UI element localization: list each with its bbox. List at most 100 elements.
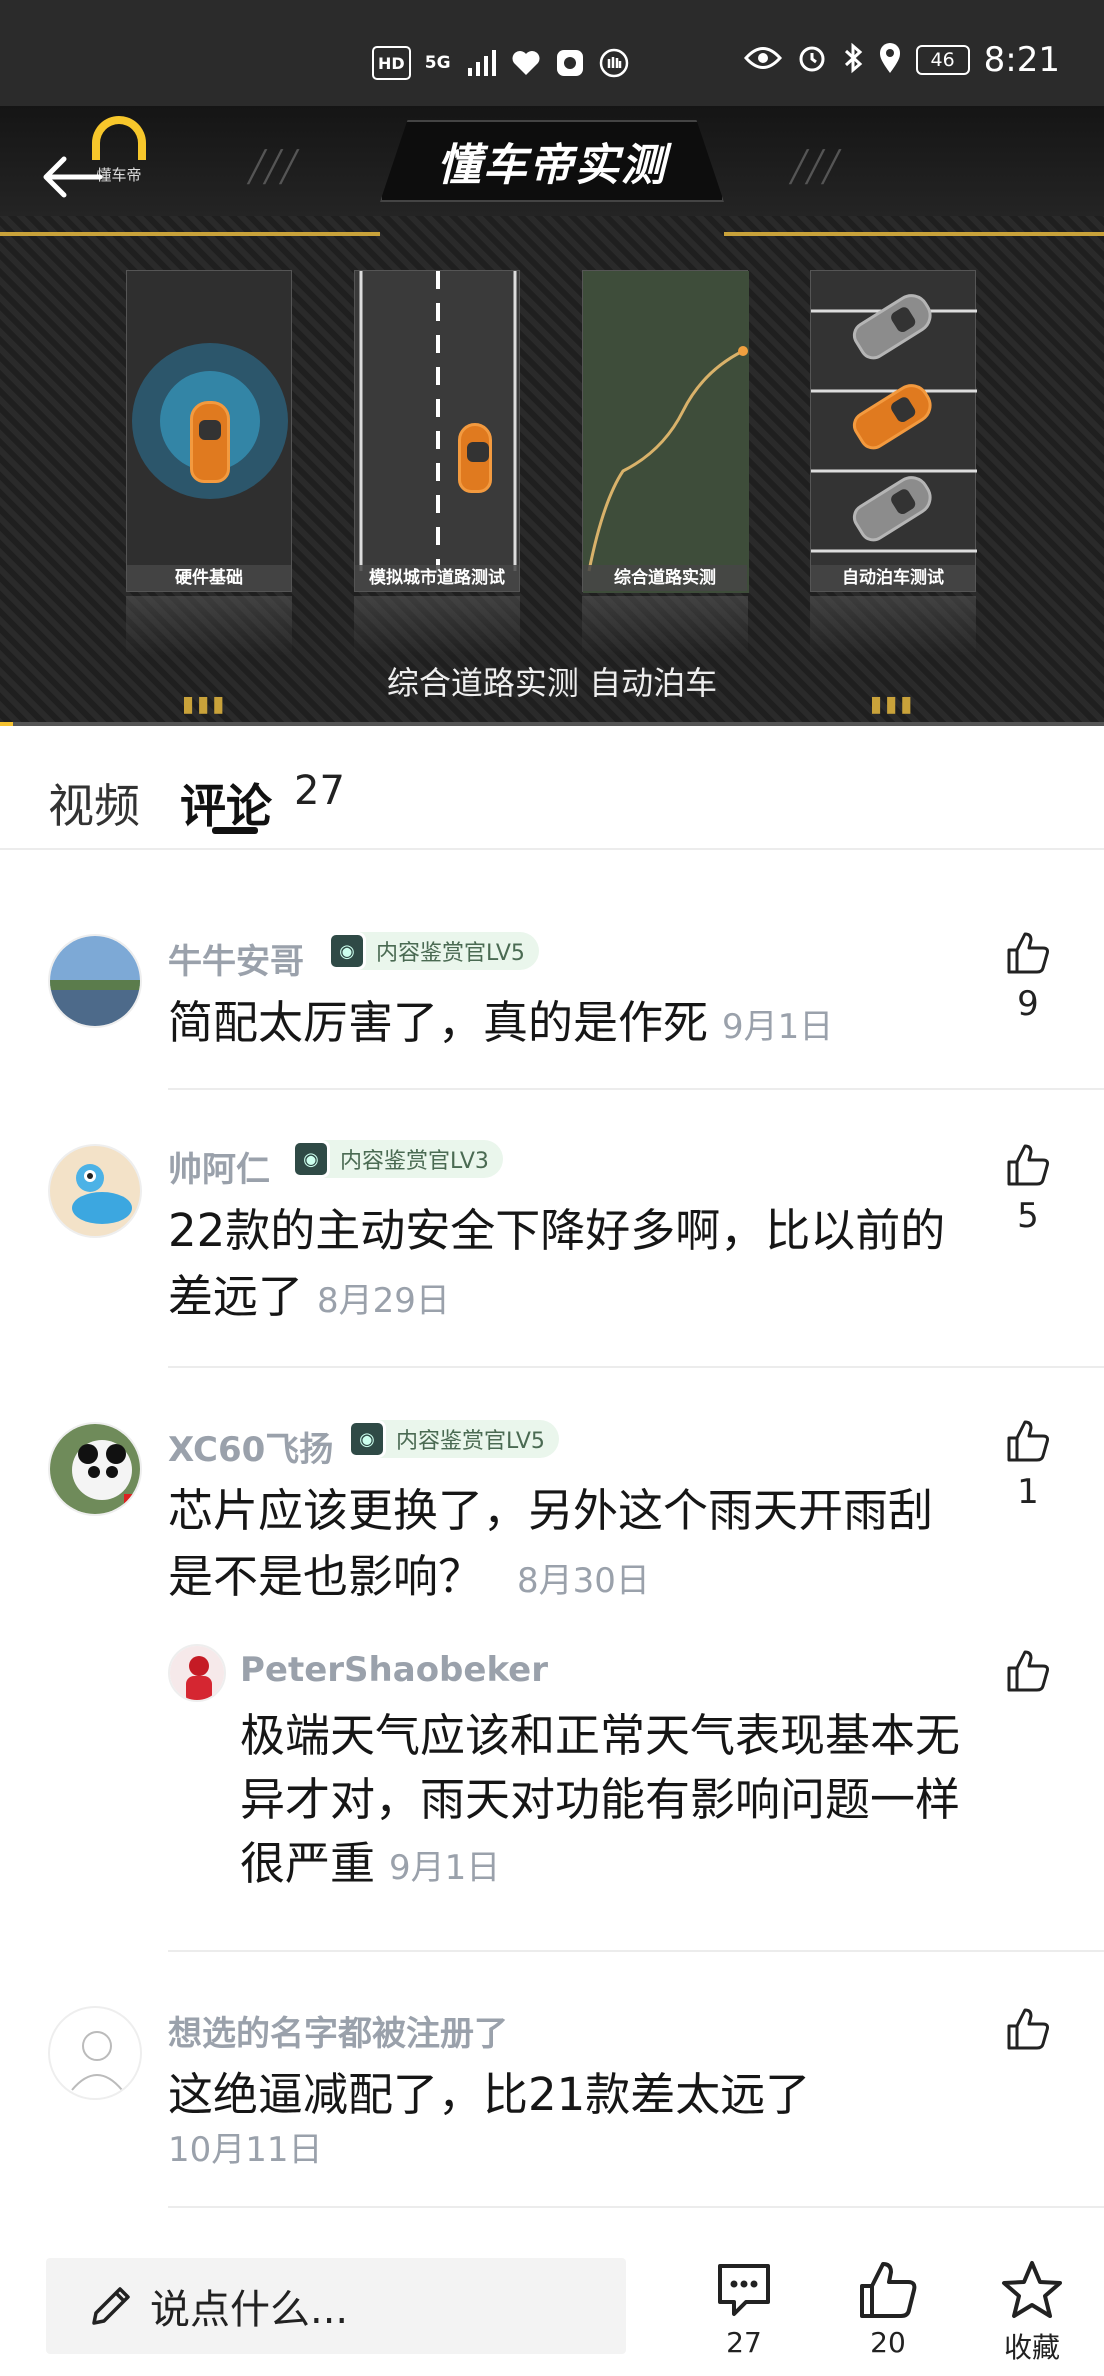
panel-city-road: 模拟城市道路测试 — [354, 270, 520, 592]
comment-date: 9月1日 — [722, 1007, 834, 1047]
reply-item: PeterShaobeker 极端天气应该和正常天气表现基本无异才对，雨天对功能… — [0, 1640, 1104, 1900]
badge-label: 内容鉴赏官LV5 — [376, 941, 525, 966]
badge-label: 内容鉴赏官LV3 — [340, 1149, 489, 1174]
panel-reflection — [126, 596, 292, 656]
avatar[interactable] — [48, 1422, 142, 1516]
battery-icon: 46 — [915, 45, 970, 75]
clock: 8:21 — [983, 40, 1060, 80]
car-icon — [458, 423, 492, 493]
star-icon — [1002, 2261, 1062, 2318]
comment-bubble-icon — [718, 2264, 770, 2316]
badge-label: 内容鉴赏官LV5 — [396, 1429, 545, 1454]
comment-item: 想选的名字都被注册了 这绝逼减配了，比21款差太远了 10月11日 — [0, 1996, 1104, 2196]
comment-text-block: 这绝逼减配了，比21款差太远了 — [168, 2062, 958, 2128]
like-button[interactable]: 5 — [998, 1142, 1058, 1236]
comment-text-block: 芯片应该更换了，另外这个雨天开雨刮是不是也影响？ 8月30日 — [168, 1478, 958, 1614]
gold-divider-left — [0, 232, 380, 236]
badge-icon: ◉ — [328, 932, 366, 970]
bars-decoration-left: ▮▮▮ — [182, 692, 228, 717]
thumbs-up-icon — [1007, 2008, 1049, 2050]
gold-divider-right — [724, 232, 1104, 236]
comments-button[interactable]: 27 — [694, 2258, 794, 2359]
signal-icon — [465, 46, 499, 80]
comment-text-block: 22款的主动安全下降好多啊，比以前的差远了 8月29日 — [168, 1198, 958, 1334]
avatar[interactable] — [48, 1144, 142, 1238]
comment-item: 帅阿仁 ◉ 内容鉴赏官LV3 22款的主动安全下降好多啊，比以前的差远了 8月29… — [0, 1132, 1104, 1362]
reply-username[interactable]: PeterShaobeker — [240, 1650, 548, 1690]
pencil-icon — [92, 2287, 130, 2325]
reply-avatar[interactable] — [168, 1644, 226, 1702]
comment-username[interactable]: 帅阿仁 — [168, 1142, 270, 1191]
reply-text: 极端天气应该和正常天气表现基本无异才对，雨天对功能有影响问题一样很严重 — [240, 1709, 961, 1890]
panel-label: 硬件基础 — [127, 565, 291, 591]
comment-divider — [168, 2206, 1104, 2208]
comment-date: 8月30日 — [517, 1561, 650, 1601]
badge-icon: ◉ — [348, 1420, 386, 1458]
thumbs-up-icon — [1007, 1420, 1049, 1462]
panel-parking: 自动泊车测试 — [810, 270, 977, 592]
active-tab-indicator — [212, 827, 258, 834]
status-right-icons: 46 8:21 — [743, 40, 1060, 80]
reply-date: 9月1日 — [389, 1848, 501, 1888]
thumbs-up-icon — [860, 2262, 917, 2318]
reply-text-block: 极端天气应该和正常天气表现基本无异才对，雨天对功能有影响问题一样很严重 9月1日 — [240, 1704, 980, 1900]
thumbs-up-icon — [1007, 1144, 1049, 1186]
5g-icon: 5G — [424, 53, 451, 73]
panel-reflection — [810, 596, 976, 656]
panel-label: 自动泊车测试 — [811, 565, 975, 591]
bottom-action-bar: 说点什么... 27 20 收藏 — [0, 2236, 1104, 2376]
avatar[interactable] — [48, 2006, 142, 2100]
video-title-plate: 懂车帝实测 — [380, 120, 724, 202]
stripes-left: ╱╱╱ — [248, 150, 298, 185]
comment-username[interactable]: 想选的名字都被注册了 — [168, 2006, 508, 2055]
hd-icon: HD — [372, 46, 411, 80]
video-subtitle: 综合道路实测 自动泊车 — [386, 664, 718, 702]
comment-input[interactable]: 说点什么... — [46, 2258, 626, 2354]
user-level-badge: ◉ 内容鉴赏官LV3 — [292, 1140, 503, 1178]
map-route-graphic — [583, 271, 749, 593]
like-count: 9 — [1017, 984, 1039, 1024]
comment-text: 这绝逼减配了，比21款差太远了 — [168, 2068, 811, 2121]
user-level-badge: ◉ 内容鉴赏官LV5 — [328, 932, 539, 970]
app-icon — [553, 46, 587, 80]
panel-hardware: 硬件基础 — [126, 270, 292, 592]
thumbs-up-icon — [1007, 932, 1049, 974]
content-tabs: 视频 评论 27 — [0, 726, 1104, 850]
video-player[interactable]: ╱╱╱ ╱╱╱ 懂车帝实测 懂车帝 硬件基础 模拟城市道路测试 综合道路实测 自… — [0, 106, 1104, 726]
comment-input-placeholder: 说点什么... — [150, 2287, 349, 2333]
comment-text-block: 简配太厉害了，真的是作死 9月1日 — [168, 990, 958, 1060]
like-count-total: 20 — [870, 2326, 906, 2359]
comment-text: 22款的主动安全下降好多啊，比以前的差远了 — [168, 1204, 946, 1323]
comment-item: 牛牛安哥 ◉ 内容鉴赏官LV5 简配太厉害了，真的是作死 9月1日 9 — [0, 920, 1104, 1090]
hand-icon — [597, 46, 631, 80]
video-title: 懂车帝实测 — [437, 140, 667, 191]
back-button[interactable] — [38, 152, 108, 202]
comment-date: 10月11日 — [168, 2130, 323, 2170]
heart-icon — [509, 46, 543, 80]
bars-decoration-right: ▮▮▮ — [870, 692, 916, 717]
avatar[interactable] — [48, 934, 142, 1028]
favorite-label: 收藏 — [1003, 2331, 1060, 2364]
like-button[interactable]: 1 — [998, 1418, 1058, 1512]
comment-username[interactable]: XC60飞扬 — [168, 1422, 333, 1471]
bluetooth-icon — [842, 42, 864, 78]
comment-date: 8月29日 — [317, 1281, 450, 1321]
car-icon — [190, 401, 230, 483]
panel-map-road: 综合道路实测 — [582, 270, 749, 593]
comment-divider — [168, 1088, 1104, 1090]
panel-reflection — [354, 596, 520, 656]
favorite-button[interactable]: 收藏 — [982, 2258, 1082, 2366]
tab-comment-count: 27 — [294, 768, 345, 814]
status-left-icons: HD 5G — [372, 46, 631, 80]
tab-video[interactable]: 视频 — [48, 770, 140, 836]
reply-like-button[interactable] — [998, 1648, 1058, 1698]
like-button[interactable] — [998, 2006, 1058, 2056]
comment-divider — [168, 1366, 1104, 1368]
like-video-button[interactable]: 20 — [838, 2258, 938, 2359]
comment-divider — [168, 1950, 1104, 1952]
comment-username[interactable]: 牛牛安哥 — [168, 934, 304, 983]
comments-count: 27 — [726, 2326, 762, 2359]
status-bar: HD 5G 46 8:21 — [0, 0, 1104, 106]
panel-label: 模拟城市道路测试 — [355, 565, 519, 591]
like-button[interactable]: 9 — [998, 930, 1058, 1024]
